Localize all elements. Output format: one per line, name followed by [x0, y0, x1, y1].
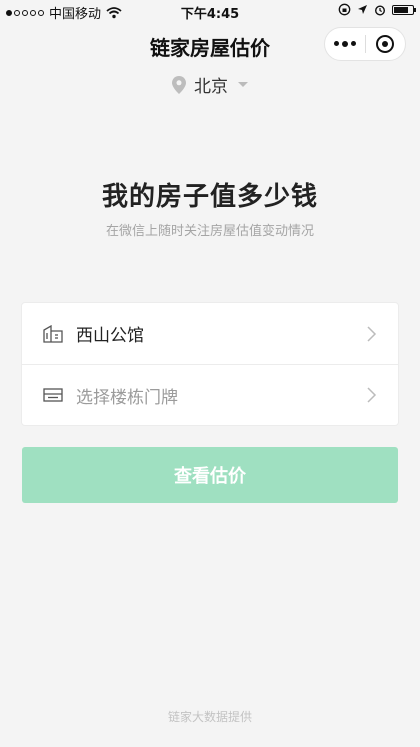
unit-row[interactable]: 选择楼栋门牌 [22, 364, 398, 425]
view-estimate-button[interactable]: 查看估价 [22, 447, 398, 503]
city-label: 北京 [194, 77, 228, 97]
miniprogram-capsule [324, 27, 406, 61]
target-icon [376, 35, 395, 53]
more-menu-icon[interactable] [325, 41, 365, 47]
chevron-right-icon [367, 387, 377, 403]
caret-down-icon [238, 82, 248, 87]
rotation-lock-icon [338, 3, 351, 16]
chevron-right-icon [367, 325, 377, 342]
community-row[interactable]: 西山公馆 [22, 303, 398, 364]
battery-icon [392, 4, 416, 15]
status-bar: 中国移动 下午4:45 [0, 0, 420, 22]
unit-placeholder: 选择楼栋门牌 [76, 387, 178, 408]
status-right [338, 3, 416, 16]
estimate-form-card: 西山公馆 选择楼栋门牌 [22, 303, 398, 425]
community-value: 西山公馆 [76, 326, 144, 346]
city-selector[interactable]: 北京 [0, 72, 420, 97]
alarm-icon [374, 4, 386, 16]
close-miniprogram-button[interactable] [366, 35, 406, 53]
location-arrow-icon [358, 5, 367, 14]
building-icon [42, 323, 64, 345]
door-plate-icon [42, 384, 64, 406]
hero-title: 我的房子值多少钱 [101, 182, 318, 212]
hero-subtitle: 在微信上随时关注房屋估值变动情况 [105, 224, 314, 239]
location-pin-icon [172, 75, 186, 94]
footer-credit: 链家大数据提供 [167, 710, 252, 724]
